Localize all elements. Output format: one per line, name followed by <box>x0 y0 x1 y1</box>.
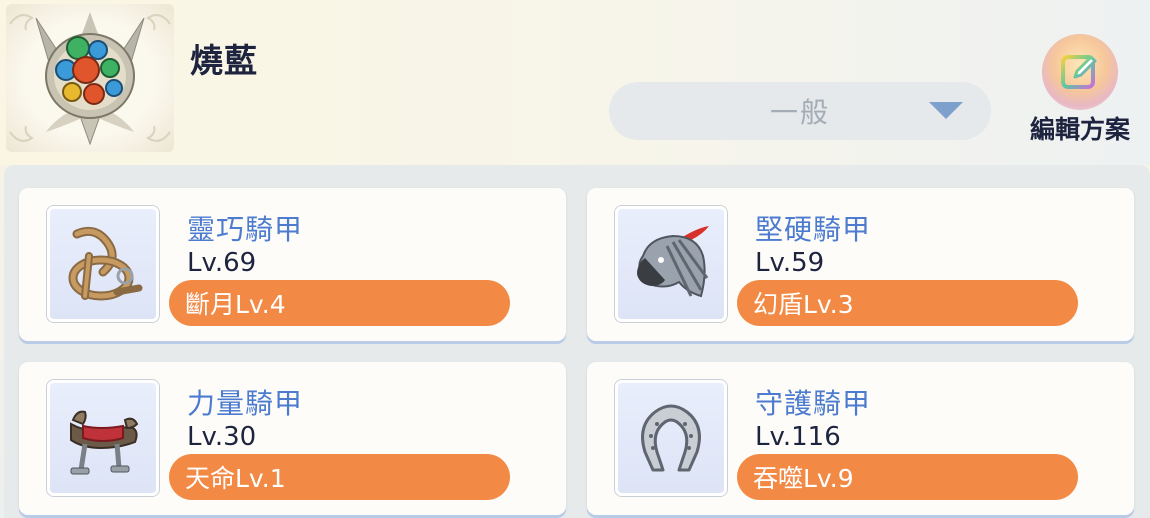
edit-plan-icon-button[interactable] <box>1042 34 1118 110</box>
armor-name: 力量騎甲 <box>187 387 304 420</box>
edit-plan-button[interactable]: 編輯方案 <box>1018 34 1142 144</box>
profile-emblem[interactable] <box>6 4 174 152</box>
armor-icon-box <box>615 206 727 322</box>
armor-icon-box <box>47 380 159 496</box>
mode-dropdown-value: 一般 <box>769 96 830 129</box>
armor-skill-badge: 幻盾Lv.3 <box>737 280 1078 326</box>
edit-plan-label: 編輯方案 <box>1029 115 1130 144</box>
profile-name: 燒藍 <box>190 41 258 80</box>
armor-level: Lv.59 <box>755 248 825 278</box>
armor-name: 守護騎甲 <box>755 387 872 420</box>
armor-name: 堅硬騎甲 <box>755 213 872 246</box>
armor-skill-badge: 天命Lv.1 <box>169 454 510 500</box>
saddle-icon <box>70 410 139 475</box>
armor-card-3[interactable]: 力量騎甲 Lv.30 天命Lv.1 <box>19 362 566 515</box>
harness-icon <box>68 226 143 301</box>
horse-helm-icon <box>637 226 709 298</box>
horseshoe-icon <box>641 404 701 472</box>
armor-icon-box <box>615 380 727 496</box>
armor-name: 靈巧騎甲 <box>187 213 304 246</box>
armor-card-1[interactable]: 靈巧騎甲 Lv.69 斷月Lv.4 <box>19 188 566 341</box>
gem-emblem-icon <box>9 12 171 146</box>
armor-skill-badge: 吞噬Lv.9 <box>737 454 1078 500</box>
armor-level: Lv.116 <box>755 422 841 452</box>
armor-skill-badge: 斷月Lv.4 <box>169 280 510 326</box>
chevron-down-icon <box>929 102 963 119</box>
mode-dropdown[interactable]: 一般 <box>609 82 991 140</box>
edit-pencil-icon <box>1061 55 1097 89</box>
armor-level: Lv.69 <box>187 248 257 278</box>
armor-card-4[interactable]: 守護騎甲 Lv.116 吞噬Lv.9 <box>587 362 1134 515</box>
armor-card-2[interactable]: 堅硬騎甲 Lv.59 幻盾Lv.3 <box>587 188 1134 341</box>
armor-level: Lv.30 <box>187 422 257 452</box>
armor-icon-box <box>47 206 159 322</box>
